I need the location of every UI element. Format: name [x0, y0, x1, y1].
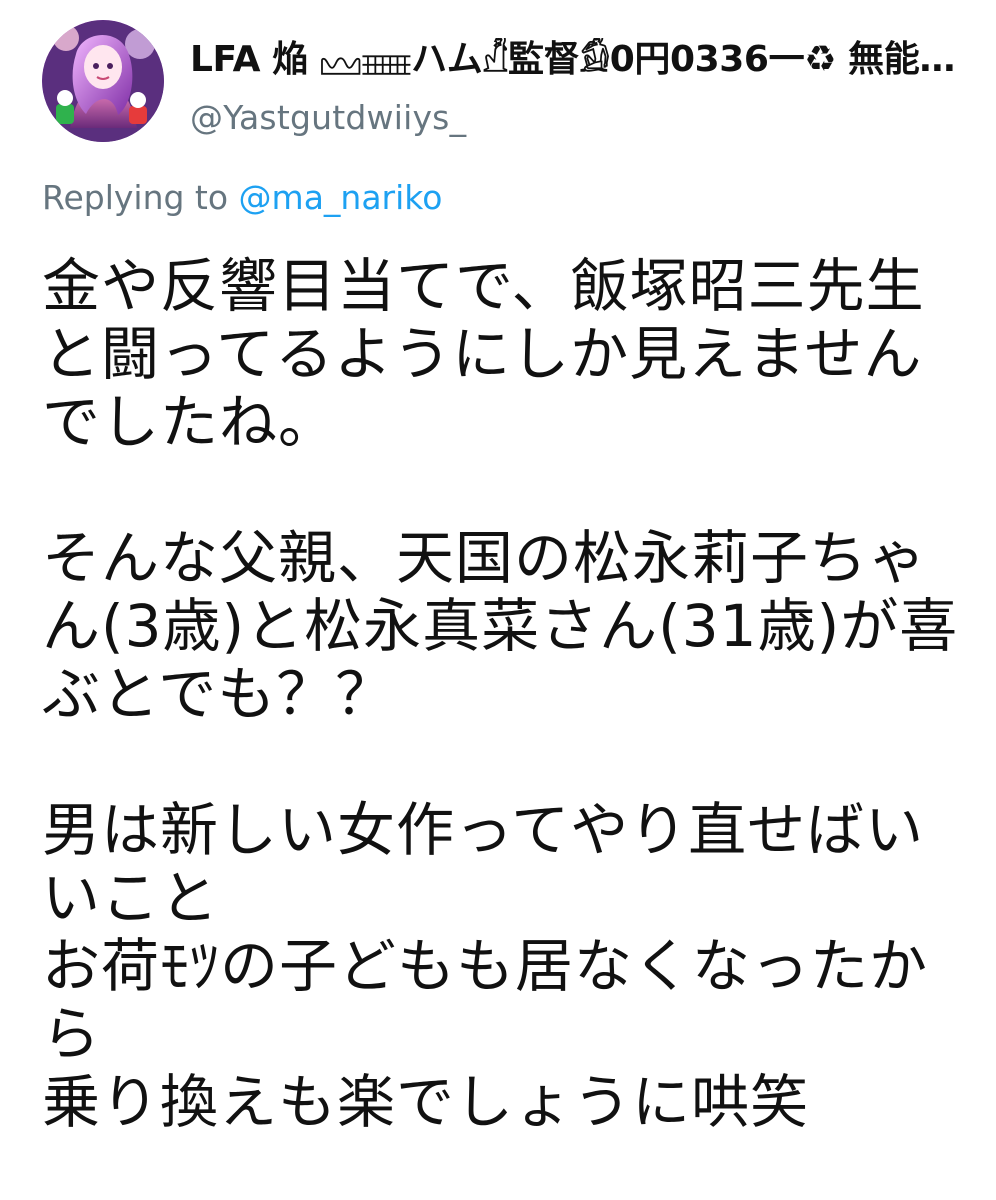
- tweet-line: 乗り換えも楽でしょうに哄笑: [42, 1068, 810, 1136]
- tweet-card: LFA 焔 𓈊𓈈ハム𓀯監督𓀁0円0336一♻ 無能で… @Yastgutdwii…: [0, 0, 996, 1200]
- tweet-line: でしたね。: [42, 388, 338, 456]
- tweet-line: そんな父親、天国の松永莉子ちゃ: [42, 524, 928, 592]
- tweet-body: 金や反響目当てで、飯塚昭三先生 と闘ってるようにしか見えません でしたね。 そん…: [42, 252, 962, 1136]
- tweet-line: ら: [42, 1000, 102, 1068]
- tweet-line: 男は新しい女作ってやり直せばい: [42, 796, 925, 864]
- tweet-line: 金や反響目当てで、飯塚昭三先生: [42, 252, 925, 320]
- tweet-header: LFA 焔 𓈊𓈈ハム𓀯監督𓀁0円0336一♻ 無能で… @Yastgutdwii…: [42, 20, 982, 142]
- tweet-line: お荷ﾓﾂの子どもも居なくなったか: [42, 932, 929, 1000]
- tweet-line: と闘ってるようにしか見えません: [42, 320, 923, 388]
- replying-to-line: Replying to @ma_nariko: [42, 177, 442, 219]
- replying-mention-link[interactable]: @ma_nariko: [239, 178, 443, 217]
- tweet-line: ん(3歳)と松永真菜さん(31歳)が喜: [42, 592, 959, 660]
- replying-prefix: Replying to: [42, 178, 229, 217]
- user-handle[interactable]: @Yastgutdwiiys_: [190, 98, 466, 138]
- tweet-line: ぶとでも？？: [42, 660, 395, 728]
- tweet-line: いこと: [42, 864, 220, 932]
- avatar[interactable]: [42, 20, 164, 142]
- display-name[interactable]: LFA 焔 𓈊𓈈ハム𓀯監督𓀁0円0336一♻ 無能で…: [190, 38, 980, 82]
